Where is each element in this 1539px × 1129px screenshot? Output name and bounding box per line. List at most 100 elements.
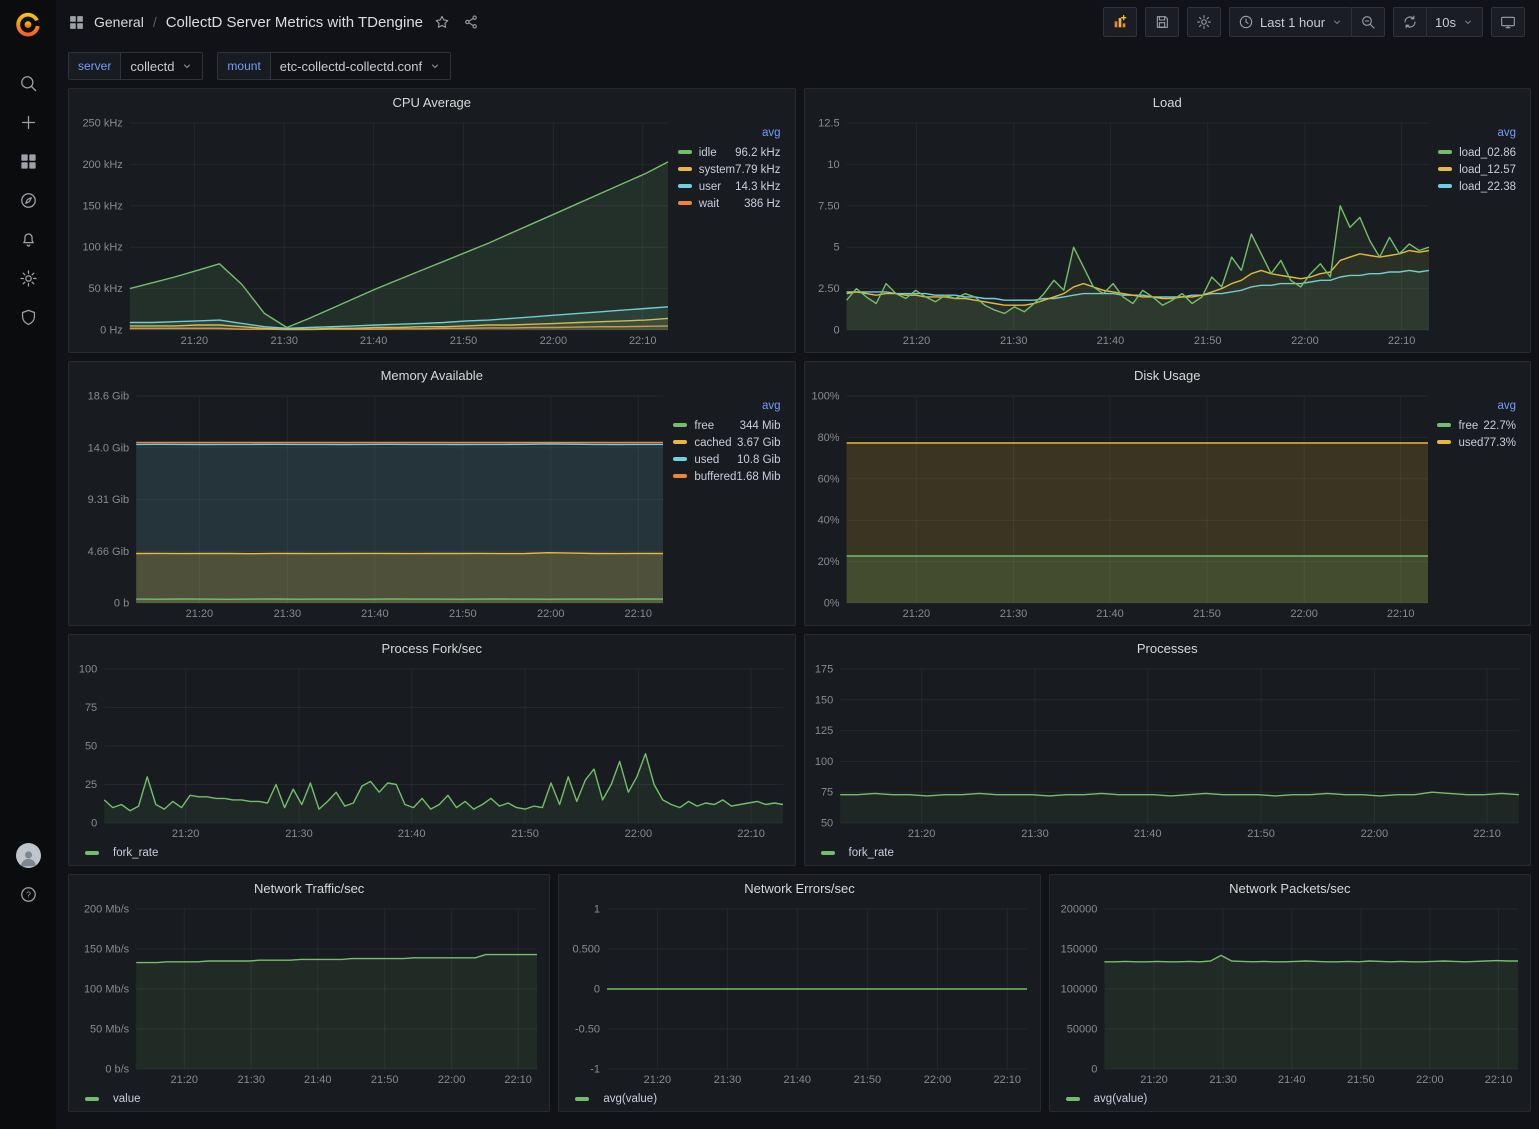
legend-series-value[interactable]: value bbox=[113, 1093, 141, 1105]
chart-network-traffic[interactable]: 200 Mb/s150 Mb/s100 Mb/s50 Mb/s0 b/s21:2… bbox=[73, 901, 545, 1089]
panel-title-memory-available[interactable]: Memory Available bbox=[69, 362, 795, 388]
chart-process-fork[interactable]: 100755025021:2021:3021:4021:5022:0022:10 bbox=[73, 661, 791, 843]
legend-series-fork_rate[interactable]: fork_rate bbox=[113, 847, 158, 859]
legend-series-free[interactable]: free bbox=[694, 420, 714, 432]
svg-text:?: ? bbox=[26, 889, 31, 899]
panel-title-processes[interactable]: Processes bbox=[805, 635, 1531, 661]
svg-text:22:00: 22:00 bbox=[924, 1074, 952, 1086]
svg-text:150 kHz: 150 kHz bbox=[82, 200, 122, 212]
svg-text:21:40: 21:40 bbox=[398, 828, 426, 840]
refresh-interval-dropdown[interactable]: 10s bbox=[1426, 7, 1483, 37]
svg-text:100%: 100% bbox=[811, 391, 839, 403]
svg-text:21:20: 21:20 bbox=[1140, 1074, 1168, 1086]
legend-value: 344 Mib bbox=[736, 417, 780, 434]
panel-network-errors: Network Errors/sec10.5000-0.50-121:2021:… bbox=[558, 874, 1040, 1112]
cycle-view-mode-button[interactable] bbox=[1491, 7, 1525, 37]
chart-memory-available[interactable]: 18.6 Gib14.0 Gib9.31 Gib4.66 Gib0 b21:20… bbox=[73, 388, 671, 623]
svg-text:125: 125 bbox=[814, 725, 832, 737]
sidebar-item-search[interactable] bbox=[7, 70, 49, 96]
sidebar-item-create[interactable] bbox=[7, 109, 49, 135]
legend-series-user[interactable]: user bbox=[699, 181, 721, 193]
legend-series-avg(value)[interactable]: avg(value) bbox=[603, 1093, 657, 1105]
svg-text:0: 0 bbox=[594, 984, 600, 996]
svg-text:21:30: 21:30 bbox=[999, 335, 1027, 347]
chart-load[interactable]: 12.5107.5052.50021:2021:3021:4021:5022:0… bbox=[809, 115, 1437, 350]
sidebar-item-help[interactable]: ? bbox=[7, 881, 49, 907]
legend-series-used[interactable]: used bbox=[1458, 437, 1483, 449]
chart-network-packets[interactable]: 20000015000010000050000021:2021:3021:402… bbox=[1054, 901, 1526, 1089]
chart-disk-usage[interactable]: 100%80%60%40%20%0%21:2021:3021:4021:5022… bbox=[809, 388, 1436, 623]
svg-text:22:10: 22:10 bbox=[1386, 608, 1414, 620]
legend-item: idle96.2 kHz bbox=[678, 144, 781, 161]
svg-text:2.50: 2.50 bbox=[818, 283, 839, 295]
dashboard-settings-button[interactable] bbox=[1187, 7, 1221, 37]
breadcrumb-folder[interactable]: General bbox=[94, 14, 144, 30]
svg-text:0 Hz: 0 Hz bbox=[100, 325, 123, 337]
panel-title-load[interactable]: Load bbox=[805, 89, 1531, 115]
sidebar-item-dashboards[interactable] bbox=[7, 148, 49, 174]
variable-select-server[interactable]: collectd bbox=[120, 52, 203, 80]
panel-disk-usage: Disk Usage100%80%60%40%20%0%21:2021:3021… bbox=[804, 361, 1532, 626]
legend-series-fork_rate[interactable]: fork_rate bbox=[849, 847, 894, 859]
sidebar-item-alerting[interactable] bbox=[7, 226, 49, 252]
sidebar-item-explore[interactable] bbox=[7, 187, 49, 213]
legend-series-system[interactable]: system bbox=[699, 164, 735, 176]
sidebar-item-profile[interactable] bbox=[7, 842, 49, 868]
panel-memory-available: Memory Available18.6 Gib14.0 Gib9.31 Gib… bbox=[68, 361, 796, 626]
legend-swatch bbox=[85, 1097, 99, 1101]
sidebar-item-server-admin[interactable] bbox=[7, 304, 49, 330]
svg-text:22:00: 22:00 bbox=[625, 828, 653, 840]
save-icon bbox=[1154, 14, 1170, 30]
panel-title-network-errors[interactable]: Network Errors/sec bbox=[559, 875, 1039, 901]
chart-processes[interactable]: 175150125100755021:2021:3021:4021:5022:0… bbox=[809, 661, 1527, 843]
legend-swatch bbox=[678, 184, 692, 188]
svg-text:250 kHz: 250 kHz bbox=[82, 118, 122, 130]
svg-text:4.66 Gib: 4.66 Gib bbox=[88, 546, 130, 558]
add-panel-button[interactable] bbox=[1103, 7, 1137, 37]
chart-cpu-average[interactable]: 250 kHz200 kHz150 kHz100 kHz50 kHz0 Hz21… bbox=[73, 115, 676, 350]
panel-title-disk-usage[interactable]: Disk Usage bbox=[805, 362, 1531, 388]
panel-title-network-packets[interactable]: Network Packets/sec bbox=[1050, 875, 1530, 901]
sidebar: ? bbox=[0, 0, 56, 1129]
svg-text:21:40: 21:40 bbox=[784, 1074, 812, 1086]
svg-text:1: 1 bbox=[594, 904, 600, 916]
chart-svg: 175150125100755021:2021:3021:4021:5022:0… bbox=[809, 661, 1527, 843]
panel-title-network-traffic[interactable]: Network Traffic/sec bbox=[69, 875, 549, 901]
gear-icon bbox=[19, 269, 38, 288]
refresh-button[interactable] bbox=[1393, 7, 1427, 37]
time-range-label: Last 1 hour bbox=[1260, 15, 1325, 30]
time-controls: Last 1 hour bbox=[1229, 7, 1385, 37]
legend-network-packets: avg(value) bbox=[1054, 1089, 1526, 1109]
legend-series-avg(value)[interactable]: avg(value) bbox=[1094, 1093, 1148, 1105]
legend-series-buffered[interactable]: buffered bbox=[694, 471, 736, 483]
svg-text:0 b/s: 0 b/s bbox=[105, 1064, 129, 1076]
grafana-logo[interactable] bbox=[7, 8, 49, 42]
svg-text:0: 0 bbox=[1091, 1064, 1097, 1076]
svg-text:21:20: 21:20 bbox=[907, 828, 935, 840]
legend-series-load_2[interactable]: load_2 bbox=[1459, 181, 1494, 193]
legend-series-free[interactable]: free bbox=[1458, 420, 1478, 432]
save-dashboard-button[interactable] bbox=[1145, 7, 1179, 37]
dashboard-squares-icon bbox=[68, 14, 85, 31]
legend-series-used[interactable]: used bbox=[694, 454, 719, 466]
legend-series-cached[interactable]: cached bbox=[694, 437, 731, 449]
panel-title-process-fork[interactable]: Process Fork/sec bbox=[69, 635, 795, 661]
favorite-star-button[interactable] bbox=[432, 12, 452, 32]
legend-series-load_0[interactable]: load_0 bbox=[1459, 147, 1494, 159]
svg-text:100: 100 bbox=[814, 756, 832, 768]
share-dashboard-button[interactable] bbox=[461, 12, 481, 32]
legend-series-load_1[interactable]: load_1 bbox=[1459, 164, 1494, 176]
chart-network-errors[interactable]: 10.5000-0.50-121:2021:3021:4021:5022:002… bbox=[563, 901, 1035, 1089]
variable-select-mount[interactable]: etc-collectd-collectd.conf bbox=[270, 52, 451, 80]
legend-series-wait[interactable]: wait bbox=[699, 198, 719, 210]
monitor-icon bbox=[1500, 14, 1516, 30]
svg-text:60%: 60% bbox=[817, 473, 839, 485]
time-range-picker[interactable]: Last 1 hour bbox=[1229, 7, 1352, 37]
svg-text:22:10: 22:10 bbox=[1387, 335, 1415, 347]
legend-item: wait386 Hz bbox=[678, 195, 781, 212]
panel-title-cpu-average[interactable]: CPU Average bbox=[69, 89, 795, 115]
sidebar-item-configuration[interactable] bbox=[7, 265, 49, 291]
zoom-out-button[interactable] bbox=[1351, 7, 1385, 37]
legend-series-idle[interactable]: idle bbox=[699, 147, 717, 159]
legend-value: 3.67 Gib bbox=[736, 434, 780, 451]
